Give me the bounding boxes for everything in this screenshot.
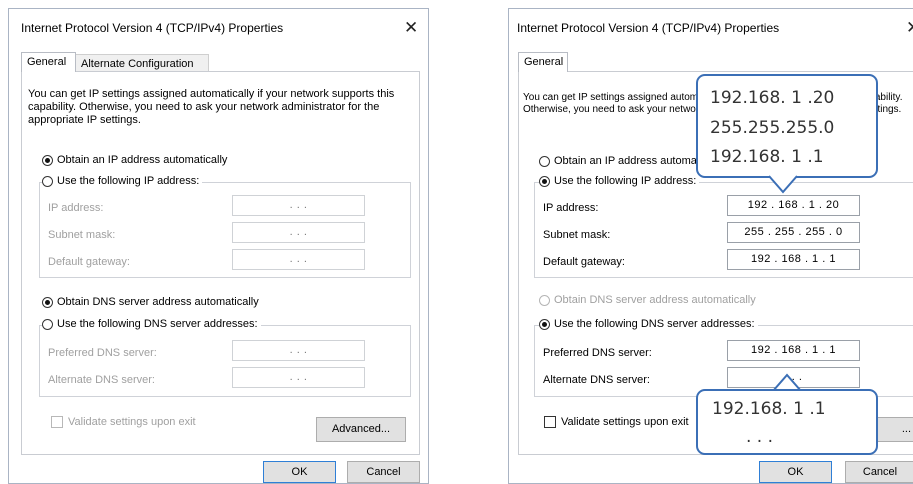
- radio-label: Use the following DNS server addresses:: [57, 318, 258, 330]
- checkbox-icon: [544, 416, 556, 428]
- radio-unselected-icon: [539, 294, 550, 306]
- radio-obtain-dns-auto[interactable]: Obtain DNS server address automatically: [539, 294, 756, 306]
- preferred-dns-label: Preferred DNS server:: [48, 347, 157, 359]
- radio-label: Use the following DNS server addresses:: [554, 318, 755, 330]
- checkbox-label: Validate settings upon exit: [68, 416, 196, 428]
- callout-alternate-dns: . . .: [746, 427, 774, 447]
- preferred-dns-label: Preferred DNS server:: [543, 347, 652, 359]
- default-gateway-input[interactable]: 192 . 168 . 1 . 1: [727, 249, 860, 270]
- callout-ip-address: 192.168. 1 .20: [710, 88, 835, 108]
- general-panel: You can get IP settings assigned automat…: [21, 71, 420, 455]
- ip-address-input[interactable]: 192 . 168 . 1 . 20: [727, 195, 860, 216]
- tab-general[interactable]: General: [21, 52, 76, 72]
- ip-address-label: IP address:: [543, 202, 599, 214]
- subnet-mask-label: Subnet mask:: [543, 229, 611, 241]
- tab-alternate-configuration[interactable]: Alternate Configuration: [75, 54, 209, 72]
- radio-label: Obtain an IP address automatically: [57, 154, 228, 166]
- radio-use-following-ip[interactable]: Use the following IP address:: [539, 175, 700, 187]
- radio-unselected-icon: [42, 318, 53, 330]
- validate-checkbox[interactable]: Validate settings upon exit: [544, 416, 689, 428]
- alternate-dns-label: Alternate DNS server:: [48, 374, 155, 386]
- ok-button[interactable]: OK: [263, 461, 336, 483]
- advanced-button[interactable]: Advanced...: [316, 417, 406, 442]
- default-gateway-label: Default gateway:: [543, 256, 625, 268]
- callout-pointer-down: [768, 175, 798, 194]
- close-icon[interactable]: ✕: [404, 19, 418, 36]
- preferred-dns-input[interactable]: . . .: [232, 340, 365, 361]
- radio-unselected-icon: [42, 175, 53, 187]
- radio-obtain-dns-auto[interactable]: Obtain DNS server address automatically: [42, 296, 259, 308]
- dialog-title: Internet Protocol Version 4 (TCP/IPv4) P…: [21, 21, 284, 35]
- ok-button[interactable]: OK: [759, 461, 832, 483]
- radio-selected-icon: [42, 154, 53, 166]
- dialog-left: Internet Protocol Version 4 (TCP/IPv4) P…: [8, 8, 429, 484]
- preferred-dns-input[interactable]: 192 . 168 . 1 . 1: [727, 340, 860, 361]
- alternate-dns-input[interactable]: . . .: [232, 367, 365, 388]
- radio-label: Obtain DNS server address automatically: [57, 296, 259, 308]
- ip-address-input[interactable]: . . .: [232, 195, 365, 216]
- radio-use-following-ip[interactable]: Use the following IP address:: [42, 175, 203, 187]
- radio-label: Use the following IP address:: [57, 175, 200, 187]
- radio-obtain-ip-auto[interactable]: Obtain an IP address automatically: [42, 154, 227, 166]
- subnet-mask-label: Subnet mask:: [48, 229, 116, 241]
- subnet-mask-input[interactable]: 255 . 255 . 255 . 0: [727, 222, 860, 243]
- description-text: You can get IP settings assigned automat…: [28, 88, 395, 126]
- callout-default-gateway: 192.168. 1 .1: [710, 147, 824, 167]
- radio-selected-icon: [42, 296, 53, 308]
- ip-settings-callout: 192.168. 1 .20 255.255.255.0 192.168. 1 …: [696, 74, 878, 178]
- validate-checkbox[interactable]: Validate settings upon exit: [51, 416, 196, 428]
- radio-selected-icon: [539, 318, 550, 330]
- default-gateway-input[interactable]: . . .: [232, 249, 365, 270]
- tab-general[interactable]: General: [518, 52, 568, 72]
- radio-use-following-dns[interactable]: Use the following DNS server addresses:: [42, 318, 261, 330]
- callout-subnet-mask: 255.255.255.0: [710, 118, 835, 138]
- radio-use-following-dns[interactable]: Use the following DNS server addresses:: [539, 318, 758, 330]
- checkbox-icon: [51, 416, 63, 428]
- callout-preferred-dns: 192.168. 1 .1: [712, 399, 826, 419]
- close-icon[interactable]: ✕: [906, 19, 913, 36]
- radio-label: Use the following IP address:: [554, 175, 697, 187]
- cancel-button[interactable]: Cancel: [347, 461, 420, 483]
- checkbox-label: Validate settings upon exit: [561, 416, 689, 428]
- dns-settings-callout: 192.168. 1 .1 . . .: [696, 389, 878, 455]
- radio-unselected-icon: [539, 155, 550, 167]
- dialog-title: Internet Protocol Version 4 (TCP/IPv4) P…: [517, 21, 780, 35]
- radio-label: Obtain DNS server address automatically: [554, 294, 756, 306]
- cancel-button[interactable]: Cancel: [845, 461, 913, 483]
- subnet-mask-input[interactable]: . . .: [232, 222, 365, 243]
- ip-address-label: IP address:: [48, 202, 104, 214]
- alternate-dns-label: Alternate DNS server:: [543, 374, 650, 386]
- radio-selected-icon: [539, 175, 550, 187]
- default-gateway-label: Default gateway:: [48, 256, 130, 268]
